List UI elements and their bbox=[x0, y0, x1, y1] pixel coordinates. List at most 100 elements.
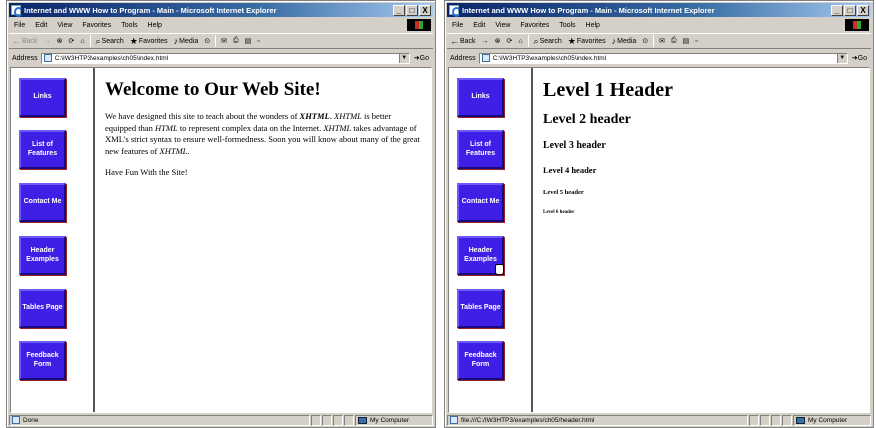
edit-button[interactable]: ▤ bbox=[242, 37, 255, 45]
address-dropdown-button[interactable]: ▼ bbox=[398, 53, 409, 63]
back-button[interactable]: ← Back bbox=[447, 36, 479, 46]
page-heading: Welcome to Our Web Site! bbox=[105, 79, 321, 100]
history-button[interactable]: ⊙ bbox=[639, 37, 651, 45]
menu-favorites[interactable]: Favorites bbox=[515, 22, 554, 29]
home-button[interactable]: ⌂ bbox=[515, 38, 525, 45]
menu-view[interactable]: View bbox=[52, 22, 77, 29]
standard-toolbar: ← Back → ⊗ ⟳ ⌂ ⌕ Search ★ Favorites ♪ Media … bbox=[9, 33, 433, 49]
status-cell bbox=[311, 414, 321, 426]
address-input[interactable]: C:\IW3HTP3\examples\ch05\index.html ▼ bbox=[478, 52, 848, 64]
nav-button-features[interactable]: List of Features bbox=[457, 130, 504, 169]
address-value: C:\IW3HTP3\examples\ch05\index.html bbox=[54, 54, 169, 62]
page-icon bbox=[481, 54, 490, 62]
title-bar[interactable]: Internet and WWW How to Program - Main -… bbox=[447, 3, 871, 17]
address-input[interactable]: C:\IW3HTP3\examples\ch05\index.html ▼ bbox=[40, 52, 410, 64]
page-status-icon bbox=[12, 416, 20, 424]
title-bar[interactable]: Internet and WWW How to Program - Main -… bbox=[9, 3, 433, 17]
ie-icon bbox=[449, 5, 461, 17]
media-icon: ♪ bbox=[611, 36, 617, 46]
media-button[interactable]: ♪ Media bbox=[171, 36, 202, 46]
search-button[interactable]: ⌕ Search bbox=[93, 36, 127, 47]
browser-window-main: Internet and WWW How to Program - Main -… bbox=[6, 0, 436, 428]
nav-button-feedback[interactable]: Feedback Form bbox=[19, 341, 66, 380]
maximize-button[interactable]: □ bbox=[844, 4, 856, 16]
minimize-button[interactable]: _ bbox=[831, 4, 843, 16]
nav-button-links[interactable]: Links bbox=[457, 78, 504, 117]
nav-button-feedback[interactable]: Feedback Form bbox=[457, 341, 504, 380]
menu-bar: File Edit View Favorites Tools Help bbox=[447, 19, 871, 31]
discuss-button[interactable]: ▫ bbox=[692, 38, 700, 45]
nav-button-links[interactable]: Links bbox=[19, 78, 66, 117]
favorites-icon: ★ bbox=[567, 35, 576, 46]
window-title: Internet and WWW How to Program - Main -… bbox=[462, 5, 715, 15]
stop-button[interactable]: ⊗ bbox=[492, 37, 504, 45]
windows-logo-icon bbox=[407, 19, 431, 31]
toolbar-separator bbox=[527, 35, 529, 47]
status-cell bbox=[782, 414, 792, 426]
menu-bar: File Edit View Favorites Tools Help bbox=[9, 19, 433, 31]
favorites-button[interactable]: ★ Favorites bbox=[565, 36, 609, 47]
close-button[interactable]: X bbox=[419, 4, 431, 16]
status-text: Done bbox=[23, 416, 39, 424]
standard-toolbar: ← Back → ⊗ ⟳ ⌂ ⌕ Search ★ Favorites ♪ Media … bbox=[447, 33, 871, 49]
status-cell bbox=[344, 414, 354, 426]
go-button[interactable]: ➜ Go bbox=[410, 54, 433, 63]
minimize-button[interactable]: _ bbox=[393, 4, 405, 16]
menu-help[interactable]: Help bbox=[581, 22, 605, 29]
nav-button-contact[interactable]: Contact Me bbox=[457, 183, 504, 222]
status-text-area: file:///C:/IW3HTP3/examples/ch05/header.… bbox=[447, 414, 748, 426]
go-button[interactable]: ➜ Go bbox=[848, 54, 871, 63]
media-icon: ♪ bbox=[173, 36, 179, 46]
menu-tools[interactable]: Tools bbox=[554, 22, 580, 29]
mail-button[interactable]: ✉ bbox=[656, 37, 668, 45]
menu-help[interactable]: Help bbox=[143, 22, 167, 29]
address-label: Address bbox=[12, 54, 38, 62]
toolbar-separator bbox=[653, 35, 655, 47]
windows-logo-icon bbox=[845, 19, 869, 31]
menu-favorites[interactable]: Favorites bbox=[77, 22, 116, 29]
menu-file[interactable]: File bbox=[447, 22, 468, 29]
forward-button[interactable]: → bbox=[479, 38, 492, 45]
edit-button[interactable]: ▤ bbox=[680, 37, 693, 45]
forward-button[interactable]: → bbox=[41, 38, 54, 45]
nav-button-contact[interactable]: Contact Me bbox=[19, 183, 66, 222]
nav-button-features[interactable]: List of Features bbox=[19, 130, 66, 169]
home-button[interactable]: ⌂ bbox=[77, 38, 87, 45]
menu-view[interactable]: View bbox=[490, 22, 515, 29]
menu-tools[interactable]: Tools bbox=[116, 22, 142, 29]
mail-button[interactable]: ✉ bbox=[218, 37, 230, 45]
close-button[interactable]: X bbox=[857, 4, 869, 16]
content-frame: Level 1 Header Level 2 header Level 3 he… bbox=[535, 68, 869, 412]
nav-button-headers[interactable]: Header Examples bbox=[19, 236, 66, 275]
address-value: C:\IW3HTP3\examples\ch05\index.html bbox=[492, 54, 607, 62]
menu-edit[interactable]: Edit bbox=[30, 22, 52, 29]
emphasis-run: XHTML bbox=[299, 111, 330, 121]
search-button[interactable]: ⌕ Search bbox=[531, 36, 565, 47]
address-bar: Address C:\IW3HTP3\examples\ch05\index.h… bbox=[9, 51, 433, 65]
window-title: Internet and WWW How to Program - Main -… bbox=[24, 5, 277, 15]
address-dropdown-button[interactable]: ▼ bbox=[836, 53, 847, 63]
maximize-button[interactable]: □ bbox=[406, 4, 418, 16]
print-button[interactable]: ⎙ bbox=[668, 37, 680, 45]
back-button[interactable]: ← Back bbox=[9, 36, 41, 46]
stop-button[interactable]: ⊗ bbox=[54, 37, 66, 45]
menu-file[interactable]: File bbox=[9, 22, 30, 29]
search-icon: ⌕ bbox=[95, 35, 101, 46]
nav-button-tables[interactable]: Tables Page bbox=[457, 289, 504, 328]
menu-edit[interactable]: Edit bbox=[468, 22, 490, 29]
print-button[interactable]: ⎙ bbox=[230, 37, 242, 45]
search-icon: ⌕ bbox=[533, 35, 539, 46]
refresh-button[interactable]: ⟳ bbox=[65, 37, 77, 45]
paragraph-text-run: . bbox=[187, 146, 190, 157]
media-button[interactable]: ♪ Media bbox=[609, 36, 640, 46]
security-zone: My Computer bbox=[355, 414, 433, 426]
status-cell bbox=[749, 414, 759, 426]
refresh-button[interactable]: ⟳ bbox=[503, 37, 515, 45]
toolbar-separator bbox=[215, 35, 217, 47]
discuss-button[interactable]: ▫ bbox=[254, 38, 262, 45]
history-button[interactable]: ⊙ bbox=[201, 37, 213, 45]
paragraph-text-run: We have designed this site to teach abou… bbox=[105, 111, 300, 121]
favorites-button[interactable]: ★ Favorites bbox=[127, 36, 171, 47]
computer-icon bbox=[796, 416, 805, 424]
nav-button-tables[interactable]: Tables Page bbox=[19, 289, 66, 328]
